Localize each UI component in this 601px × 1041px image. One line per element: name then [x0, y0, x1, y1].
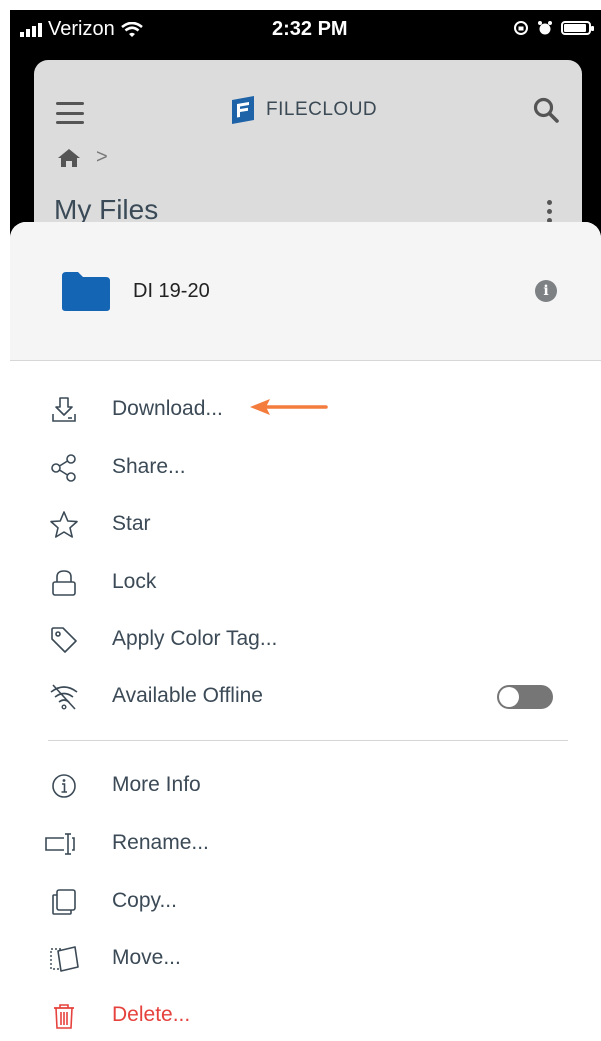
offline-label: Available Offline — [112, 684, 263, 707]
status-bar: Verizon 2:32 PM — [10, 10, 601, 50]
rename-icon — [45, 833, 75, 855]
folder-icon — [62, 272, 110, 311]
delete-action[interactable]: Delete... — [10, 991, 601, 1041]
status-icons — [513, 20, 594, 36]
more-info-label: More Info — [112, 773, 201, 796]
menu-icon[interactable] — [56, 102, 84, 124]
filecloud-logo-icon — [232, 96, 254, 124]
more-options-icon[interactable] — [547, 200, 552, 223]
offline-toggle[interactable] — [497, 685, 553, 709]
rotation-lock-icon — [514, 21, 528, 35]
annotation-arrow-icon — [250, 399, 328, 415]
signal-icon — [20, 22, 42, 37]
copy-icon — [52, 889, 76, 915]
share-label: Share... — [112, 455, 186, 478]
move-label: Move... — [112, 946, 181, 969]
breadcrumb-separator: > — [96, 146, 108, 168]
lock-action[interactable]: Lock — [10, 558, 601, 608]
star-icon — [50, 511, 78, 538]
trash-icon — [54, 1004, 74, 1029]
lock-icon — [52, 570, 76, 596]
folder-name: DI 19-20 — [133, 280, 210, 302]
battery-icon — [561, 21, 594, 35]
copy-label: Copy... — [112, 889, 177, 912]
info-icon — [52, 774, 76, 798]
sheet-header: DI 19-20 i — [10, 222, 601, 361]
clock: 2:32 PM — [272, 18, 348, 40]
star-action[interactable]: Star — [10, 500, 601, 550]
download-label: Download... — [112, 397, 223, 420]
divider — [48, 740, 568, 741]
wifi-icon — [120, 21, 143, 37]
move-icon — [50, 946, 79, 972]
move-action[interactable]: Move... — [10, 934, 601, 984]
color-tag-label: Apply Color Tag... — [112, 627, 278, 650]
carrier-group: Verizon — [20, 18, 143, 41]
copy-action[interactable]: Copy... — [10, 877, 601, 927]
share-action[interactable]: Share... — [10, 443, 601, 493]
share-icon — [51, 454, 76, 482]
wifi-off-icon — [50, 684, 78, 710]
color-tag-action[interactable]: Apply Color Tag... — [10, 615, 601, 665]
rename-label: Rename... — [112, 831, 209, 854]
tag-icon — [51, 627, 77, 653]
alarm-icon — [538, 21, 552, 35]
download-icon — [52, 397, 76, 422]
breadcrumb: > — [56, 146, 108, 169]
info-icon[interactable]: i — [535, 280, 557, 302]
more-info-action[interactable]: More Info — [10, 761, 601, 811]
rename-action[interactable]: Rename... — [10, 819, 601, 869]
star-label: Star — [112, 512, 151, 535]
carrier-label: Verizon — [48, 18, 115, 40]
home-icon[interactable] — [56, 147, 82, 169]
filecloud-logo: FILECLOUD — [230, 94, 377, 126]
action-sheet: DI 19-20 i Download... Share... Star Loc… — [10, 222, 601, 1029]
offline-action[interactable]: Available Offline — [10, 672, 601, 722]
search-icon[interactable] — [532, 96, 560, 124]
lock-label: Lock — [112, 570, 157, 593]
logo-text: FILECLOUD — [266, 99, 378, 120]
delete-label: Delete... — [112, 1003, 191, 1026]
